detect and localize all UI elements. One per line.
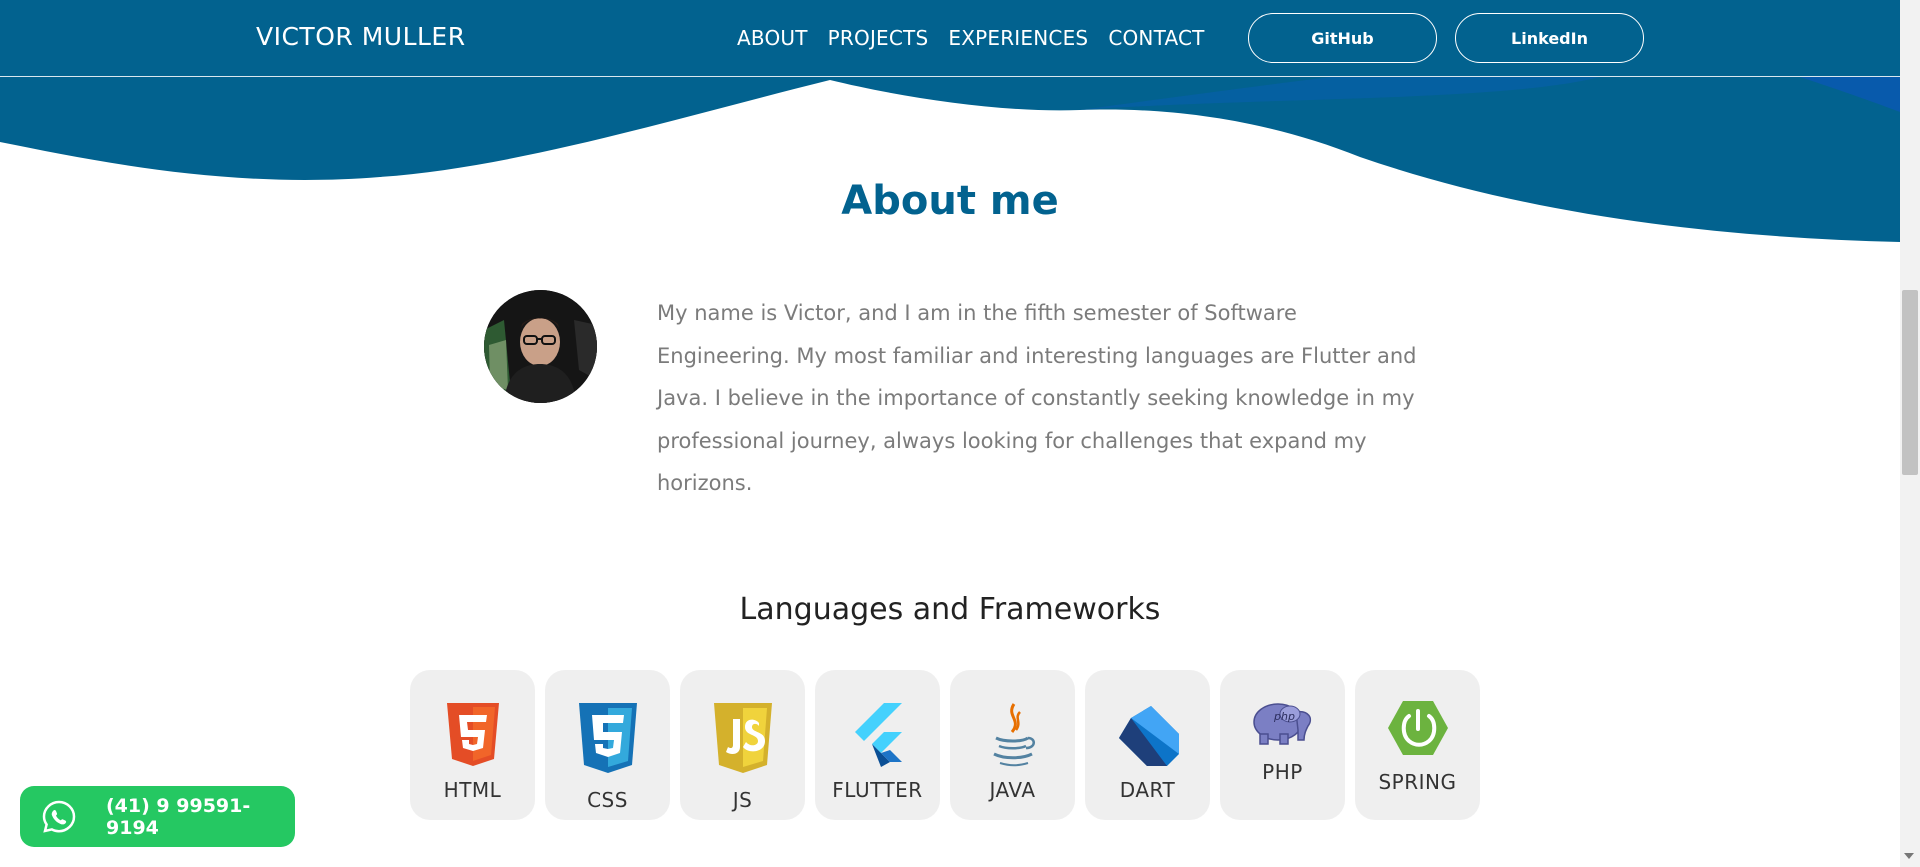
skill-card-css: CSS (545, 670, 670, 820)
skill-label: DART (1119, 778, 1176, 802)
nav-contact[interactable]: CONTACT (1108, 26, 1204, 50)
brand-name[interactable]: VICTOR MULLER (256, 22, 466, 51)
nav-about[interactable]: ABOUT (737, 26, 808, 50)
skill-label: PHP (1262, 760, 1303, 784)
php-icon: php (1250, 698, 1316, 748)
skill-label: SPRING (1378, 770, 1457, 794)
skill-label: JS (732, 788, 753, 812)
about-title: About me (841, 178, 1059, 224)
flutter-icon (845, 700, 911, 770)
skill-label: FLUTTER (832, 778, 923, 802)
javascript-icon (710, 700, 776, 778)
whatsapp-contact-button[interactable]: (41) 9 99591-9194 (20, 786, 295, 847)
skill-card-html: HTML (410, 670, 535, 820)
nav-experiences[interactable]: EXPERIENCES (948, 26, 1088, 50)
scrollbar-thumb[interactable] (1902, 290, 1918, 475)
skill-label: HTML (443, 778, 502, 802)
skill-card-java: JAVA (950, 670, 1075, 820)
scroll-down-arrow-icon[interactable] (1904, 853, 1914, 859)
top-navbar: VICTOR MULLER ABOUT PROJECTS EXPERIENCES… (0, 0, 1900, 77)
skill-label: JAVA (989, 778, 1036, 802)
github-button[interactable]: GitHub (1248, 13, 1437, 63)
skills-section-title: Languages and Frameworks (739, 592, 1161, 627)
skill-card-js: JS (680, 670, 805, 820)
skill-card-php: php PHP (1220, 670, 1345, 820)
spring-icon (1385, 698, 1451, 758)
whatsapp-phone-number: (41) 9 99591-9194 (106, 794, 251, 839)
dart-icon (1115, 700, 1181, 770)
main-nav: ABOUT PROJECTS EXPERIENCES CONTACT (737, 26, 1205, 50)
skill-card-spring: SPRING (1355, 670, 1480, 820)
skill-card-dart: DART (1085, 670, 1210, 820)
whatsapp-icon (42, 800, 76, 834)
svg-text:php: php (1273, 710, 1295, 723)
skill-label: CSS (587, 788, 628, 812)
about-paragraph: My name is Victor, and I am in the fifth… (657, 301, 1417, 495)
linkedin-button[interactable]: LinkedIn (1455, 13, 1644, 63)
java-icon (980, 700, 1046, 770)
css3-icon (575, 700, 641, 778)
profile-avatar (484, 290, 597, 403)
skill-card-flutter: FLUTTER (815, 670, 940, 820)
nav-projects[interactable]: PROJECTS (828, 26, 929, 50)
html5-icon (440, 700, 506, 770)
